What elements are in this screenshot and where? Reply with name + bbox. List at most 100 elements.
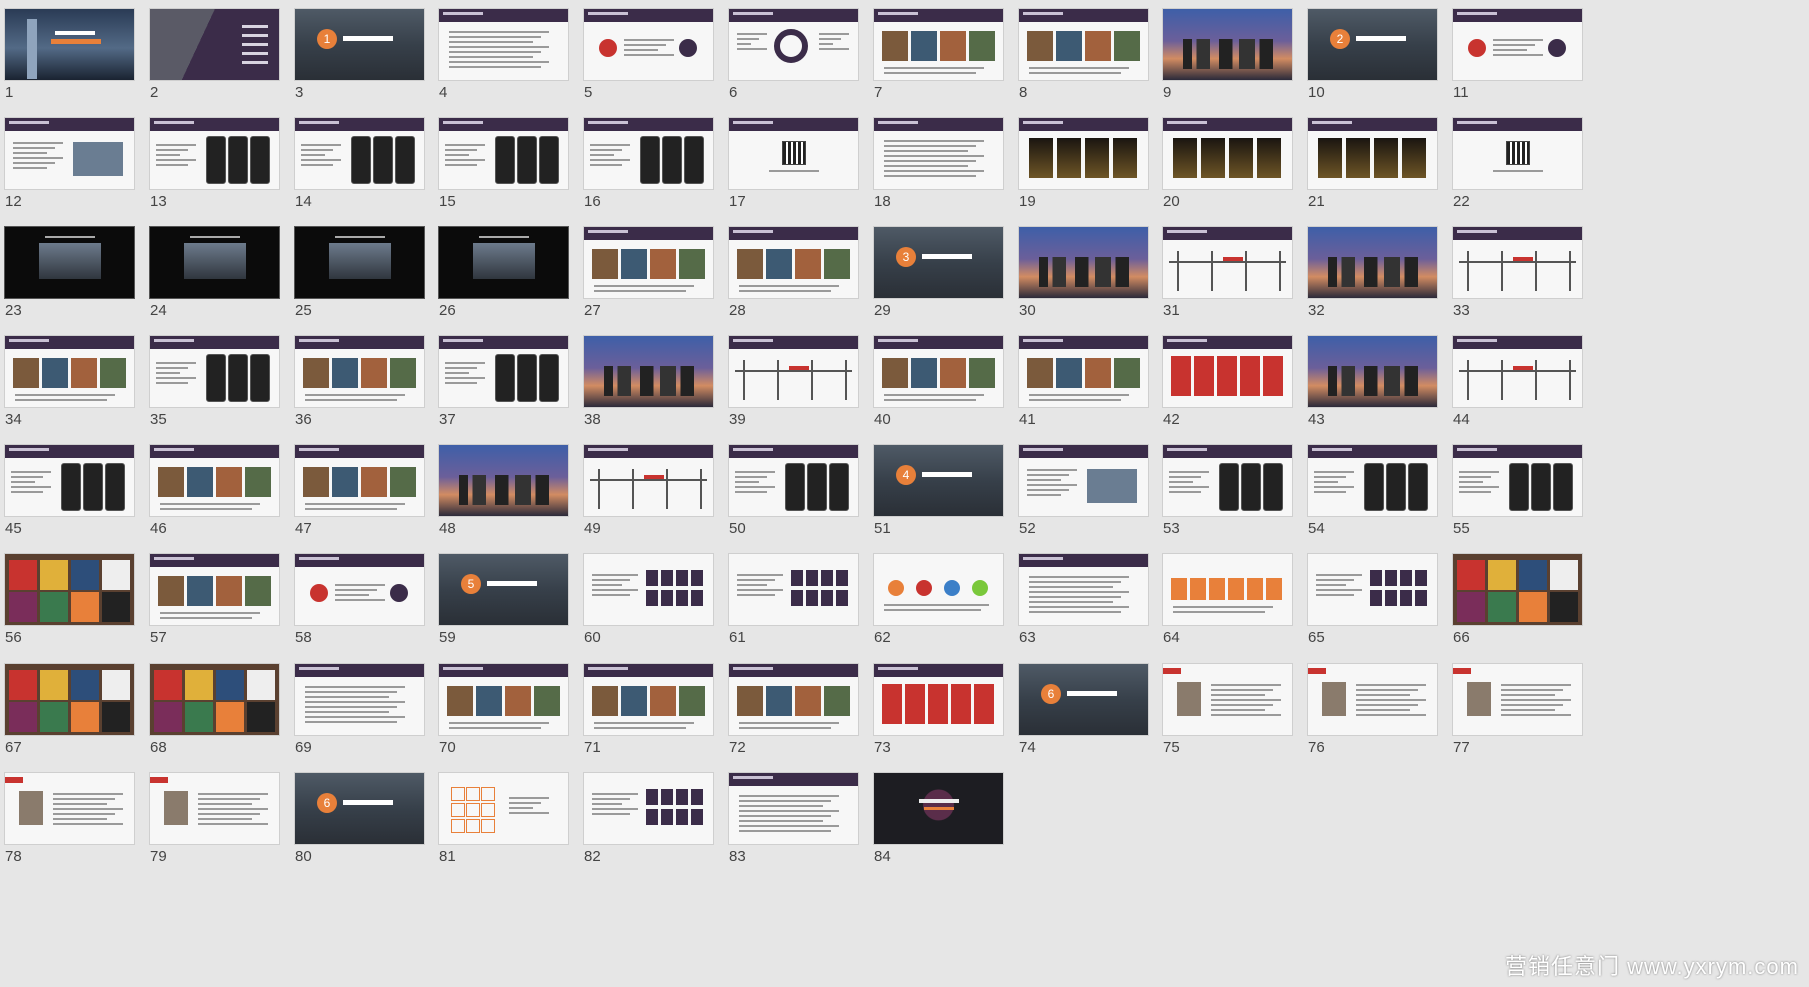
slide-thumbnail[interactable]: 73 — [869, 655, 1004, 775]
slide-preview[interactable] — [438, 335, 569, 408]
slide-preview[interactable] — [1307, 553, 1438, 626]
slide-preview[interactable] — [728, 663, 859, 736]
slide-preview[interactable] — [1452, 226, 1583, 299]
slide-preview[interactable] — [1162, 663, 1293, 736]
slide-thumbnail[interactable]: 69 — [290, 655, 425, 775]
slide-thumbnail[interactable]: 34 — [0, 327, 135, 447]
slide-preview[interactable] — [1162, 8, 1293, 81]
slide-preview[interactable] — [583, 8, 714, 81]
slide-thumbnail[interactable]: 78 — [0, 764, 135, 884]
slide-thumbnail[interactable]: 82 — [579, 764, 714, 884]
slide-preview[interactable] — [4, 553, 135, 626]
slide-preview[interactable] — [1452, 553, 1583, 626]
slide-thumbnail[interactable]: 36 — [290, 327, 425, 447]
slide-preview[interactable] — [294, 226, 425, 299]
slide-preview[interactable] — [438, 444, 569, 517]
slide-preview[interactable] — [149, 226, 280, 299]
slide-thumbnail[interactable]: 55 — [1448, 436, 1583, 556]
slide-thumbnail[interactable]: 6 74 — [1014, 655, 1149, 775]
slide-preview[interactable] — [294, 663, 425, 736]
slide-preview[interactable] — [728, 117, 859, 190]
slide-preview[interactable] — [438, 663, 569, 736]
slide-thumbnail[interactable]: 2 — [145, 0, 280, 120]
slide-thumbnail[interactable]: 56 — [0, 545, 135, 665]
slide-preview[interactable] — [149, 8, 280, 81]
slide-thumbnail[interactable]: 46 — [145, 436, 280, 556]
slide-thumbnail[interactable]: 30 — [1014, 218, 1149, 338]
slide-thumbnail[interactable]: 2 10 — [1303, 0, 1438, 120]
slide-thumbnail[interactable]: 72 — [724, 655, 859, 775]
slide-preview[interactable] — [149, 663, 280, 736]
slide-preview[interactable] — [1162, 444, 1293, 517]
slide-thumbnail[interactable]: 19 — [1014, 109, 1149, 229]
slide-thumbnail[interactable]: 5 59 — [434, 545, 569, 665]
slide-thumbnail[interactable]: 81 — [434, 764, 569, 884]
slide-thumbnail[interactable]: 32 — [1303, 218, 1438, 338]
slide-thumbnail[interactable]: 39 — [724, 327, 859, 447]
slide-thumbnail[interactable]: 53 — [1158, 436, 1293, 556]
slide-thumbnail[interactable]: 66 — [1448, 545, 1583, 665]
slide-thumbnail[interactable]: 45 — [0, 436, 135, 556]
slide-preview[interactable] — [873, 663, 1004, 736]
slide-preview[interactable] — [4, 226, 135, 299]
slide-preview[interactable] — [4, 772, 135, 845]
slide-thumbnail[interactable]: 63 — [1014, 545, 1149, 665]
slide-thumbnail[interactable]: 6 80 — [290, 764, 425, 884]
slide-thumbnail[interactable]: 35 — [145, 327, 280, 447]
slide-preview[interactable]: 2 — [1307, 8, 1438, 81]
slide-preview[interactable] — [1452, 663, 1583, 736]
slide-thumbnail[interactable]: 50 — [724, 436, 859, 556]
slide-thumbnail[interactable]: 75 — [1158, 655, 1293, 775]
slide-thumbnail[interactable]: 77 — [1448, 655, 1583, 775]
slide-thumbnail[interactable]: 68 — [145, 655, 280, 775]
slide-thumbnail[interactable]: 52 — [1014, 436, 1149, 556]
slide-thumbnail[interactable]: 40 — [869, 327, 1004, 447]
slide-preview[interactable] — [1452, 8, 1583, 81]
slide-preview[interactable] — [873, 772, 1004, 845]
slide-thumbnail[interactable]: 23 — [0, 218, 135, 338]
slide-thumbnail[interactable]: 27 — [579, 218, 714, 338]
slide-thumbnail[interactable]: 31 — [1158, 218, 1293, 338]
slide-preview[interactable] — [4, 663, 135, 736]
slide-preview[interactable] — [1307, 444, 1438, 517]
slide-preview[interactable] — [728, 226, 859, 299]
slide-thumbnail[interactable]: 33 — [1448, 218, 1583, 338]
slide-thumbnail[interactable]: 43 — [1303, 327, 1438, 447]
slide-preview[interactable]: 1 — [294, 8, 425, 81]
slide-thumbnail[interactable]: 25 — [290, 218, 425, 338]
slide-preview[interactable] — [1452, 335, 1583, 408]
slide-preview[interactable] — [149, 553, 280, 626]
slide-preview[interactable]: 5 — [438, 553, 569, 626]
slide-thumbnail[interactable]: 28 — [724, 218, 859, 338]
slide-preview[interactable] — [583, 663, 714, 736]
slide-preview[interactable] — [438, 8, 569, 81]
slide-preview[interactable] — [1307, 335, 1438, 408]
slide-thumbnail[interactable]: 79 — [145, 764, 280, 884]
slide-preview[interactable] — [583, 117, 714, 190]
slide-preview[interactable] — [583, 553, 714, 626]
slide-thumbnail[interactable]: 70 — [434, 655, 569, 775]
slide-thumbnail[interactable]: 13 — [290, 0, 425, 120]
slide-thumbnail[interactable]: 47 — [290, 436, 425, 556]
slide-thumbnail[interactable]: 54 — [1303, 436, 1438, 556]
slide-thumbnail[interactable]: 71 — [579, 655, 714, 775]
slide-thumbnail[interactable]: 65 — [1303, 545, 1438, 665]
slide-preview[interactable] — [294, 335, 425, 408]
slide-thumbnail[interactable]: 5 — [579, 0, 714, 120]
slide-preview[interactable] — [438, 226, 569, 299]
slide-preview[interactable] — [294, 117, 425, 190]
slide-thumbnail[interactable]: 84 — [869, 764, 1004, 884]
slide-preview[interactable] — [873, 117, 1004, 190]
slide-thumbnail[interactable]: 18 — [869, 109, 1004, 229]
slide-thumbnail[interactable]: 62 — [869, 545, 1004, 665]
slide-preview[interactable] — [1018, 8, 1149, 81]
slide-preview[interactable] — [728, 772, 859, 845]
slide-thumbnail[interactable]: 26 — [434, 218, 569, 338]
slide-preview[interactable] — [1018, 444, 1149, 517]
slide-thumbnail[interactable]: 61 — [724, 545, 859, 665]
slide-preview[interactable]: 6 — [294, 772, 425, 845]
slide-thumbnail[interactable]: 20 — [1158, 109, 1293, 229]
slide-thumbnail[interactable]: 60 — [579, 545, 714, 665]
slide-preview[interactable] — [873, 8, 1004, 81]
slide-thumbnail[interactable]: 67 — [0, 655, 135, 775]
